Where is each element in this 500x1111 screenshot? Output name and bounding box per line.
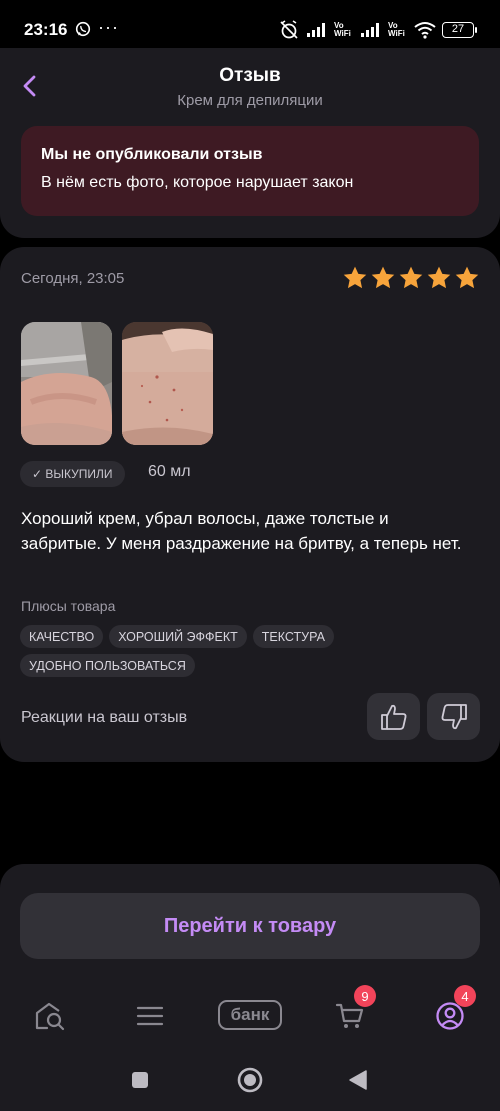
star-icon bbox=[427, 266, 451, 289]
like-button[interactable] bbox=[367, 693, 420, 740]
system-back-button[interactable] bbox=[338, 1060, 378, 1100]
rating-stars bbox=[342, 265, 480, 291]
tab-bar: банк 9 4 bbox=[0, 985, 500, 1038]
pros-tag: ХОРОШИЙ ЭФФЕКТ bbox=[109, 625, 247, 648]
circle-icon bbox=[237, 1067, 263, 1093]
review-photo-2[interactable] bbox=[122, 322, 213, 445]
bottom-panel: Перейти к товару банк 9 4 bbox=[0, 864, 500, 1111]
tab-profile[interactable]: 4 bbox=[426, 985, 476, 1038]
pros-tag: УДОБНО ПОЛЬЗОВАТЬСЯ bbox=[20, 654, 195, 677]
bought-badge: ✓ ВЫКУПИЛИ bbox=[20, 461, 125, 487]
wifi-icon bbox=[414, 22, 436, 39]
go-to-product-button[interactable]: Перейти к товару bbox=[20, 893, 480, 959]
vowifi-label-1: Vo WiFi bbox=[334, 21, 351, 38]
header-card: Отзыв Крем для депиляции Мы не опубликов… bbox=[0, 48, 500, 238]
pros-tag: КАЧЕСТВО bbox=[20, 625, 104, 648]
star-icon bbox=[371, 266, 395, 289]
reactions-label: Реакции на ваш отзыв bbox=[21, 709, 188, 726]
whatsapp-icon bbox=[75, 21, 91, 37]
tab-bank[interactable]: банк bbox=[218, 1000, 282, 1030]
product-volume: 60 мл bbox=[148, 463, 191, 480]
square-icon bbox=[132, 1072, 148, 1088]
profile-badge: 4 bbox=[454, 985, 476, 1007]
page-title: Отзыв bbox=[219, 65, 281, 86]
tab-catalog[interactable] bbox=[126, 994, 174, 1038]
tab-home[interactable] bbox=[26, 994, 74, 1038]
status-icons: Vo WiFi Vo WiFi 27 bbox=[278, 18, 477, 42]
alert-text: В нём есть фото, которое нарушает закон bbox=[41, 174, 354, 191]
page-subtitle: Крем для депиляции bbox=[177, 92, 323, 109]
status-time: 23:16 bbox=[24, 20, 68, 39]
pros-tag: ТЕКСТУРА bbox=[252, 625, 334, 648]
triangle-back-icon bbox=[349, 1070, 367, 1090]
thumbs-up-icon bbox=[380, 704, 406, 730]
vowifi-label-2: Vo WiFi bbox=[388, 21, 405, 38]
battery-icon: 27 bbox=[442, 22, 477, 38]
dislike-button[interactable] bbox=[427, 693, 480, 740]
star-icon bbox=[455, 266, 479, 289]
alarm-off-icon bbox=[280, 20, 298, 39]
review-date: Сегодня, 23:05 bbox=[21, 270, 125, 287]
star-icon bbox=[343, 266, 367, 289]
signal-icon-1 bbox=[307, 23, 325, 37]
photo-image-2 bbox=[122, 322, 213, 445]
review-card: Сегодня, 23:05 ✓ ВЫКУПИЛИ 60 мл Хороший … bbox=[0, 247, 500, 762]
home-search-icon bbox=[35, 1002, 65, 1031]
review-photo-1[interactable] bbox=[21, 322, 112, 445]
moderation-alert: Мы не опубликовали отзыв В нём есть фото… bbox=[21, 126, 479, 216]
home-button[interactable] bbox=[230, 1060, 270, 1100]
star-icon bbox=[399, 266, 423, 289]
pros-tags: КАЧЕСТВО ХОРОШИЙ ЭФФЕКТ ТЕКСТУРА УДОБНО … bbox=[20, 625, 380, 677]
signal-icon-2 bbox=[361, 23, 379, 37]
pros-title: Плюсы товара bbox=[21, 598, 116, 614]
photo-image-1 bbox=[21, 322, 112, 445]
thumbs-down-icon bbox=[441, 703, 467, 729]
alert-title: Мы не опубликовали отзыв bbox=[41, 146, 263, 163]
more-notifications-icon: ··· bbox=[98, 17, 119, 37]
cart-badge: 9 bbox=[354, 985, 376, 1007]
review-text: Хороший крем, убрал волосы, даже толстые… bbox=[21, 509, 462, 553]
menu-icon bbox=[136, 1006, 164, 1026]
tab-cart[interactable]: 9 bbox=[326, 985, 376, 1038]
recent-apps-button[interactable] bbox=[120, 1060, 160, 1100]
system-nav-bar bbox=[0, 1060, 500, 1100]
